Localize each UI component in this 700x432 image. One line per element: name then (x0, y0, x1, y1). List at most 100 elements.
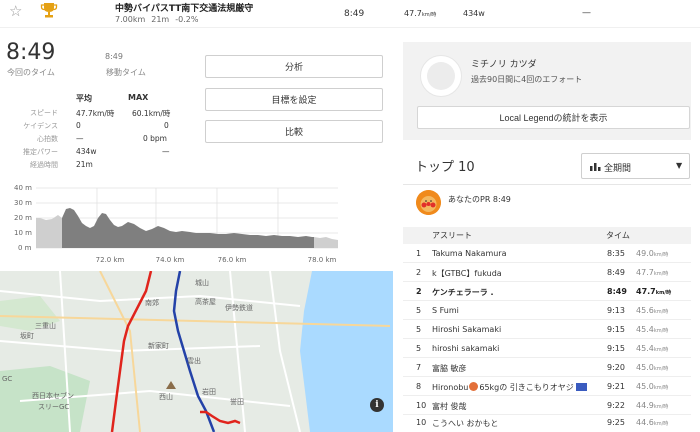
athlete-name[interactable]: Takuma Nakamura (432, 249, 507, 258)
athlete-name-group[interactable]: Hironobu 65kgの 引きこもりオヤジ (432, 382, 588, 393)
map-label: 新家町 (148, 342, 169, 350)
athlete-name[interactable]: Hiroshi Sakamaki (432, 325, 501, 334)
rank: 2 (416, 287, 422, 296)
effort-speed: 45.0km/時 (636, 363, 668, 372)
speed-unit: km/時 (655, 290, 672, 296)
effort-time[interactable]: 8:35 (607, 249, 625, 258)
rank: 8 (416, 382, 422, 391)
local-legend-name[interactable]: ミチノリ カツダ (471, 57, 537, 70)
map-label: 西山 (159, 393, 173, 401)
elapsed-time-label: 今回のタイム (7, 68, 55, 77)
local-legend-stats-button[interactable]: Local Legendの統計を表示 (417, 106, 690, 129)
y-tick: 10 m (14, 229, 32, 237)
rank: 10 (416, 418, 427, 427)
leaderboard-row[interactable]: 10 こうへい おかもと 9:25 44.6km/時 (403, 413, 691, 432)
route-map[interactable]: 城山 高茶屋 伊勢鉄道 南郊 新家町 雲出 西山 誉田 岩田 三重山 坂町 西日… (0, 271, 393, 432)
leaderboard-row[interactable]: 1 Takuma Nakamura 8:35 49.0km/時 (403, 244, 691, 263)
athlete-name[interactable]: こうへい おかもと (432, 418, 498, 429)
period-dropdown[interactable]: 全期間 ▼ (581, 153, 690, 179)
effort-time[interactable]: 9:13 (607, 306, 625, 315)
athlete-name[interactable]: ケンチェラーラ . (432, 287, 494, 298)
rank: 5 (416, 325, 422, 334)
moving-time: 8:49 (105, 52, 123, 61)
segment-speed-unit: km/時 (421, 12, 437, 18)
leaderboard-row-current-user[interactable]: 2 ケンチェラーラ . 8:49 47.7km/時 (403, 282, 691, 301)
map-info-icon[interactable]: i (370, 398, 384, 412)
elevation-area-segment (62, 208, 314, 248)
anpanman-avatar-icon (416, 190, 441, 215)
star-icon[interactable]: ☆ (9, 2, 22, 20)
leaderboard-title: トップ 10 (415, 160, 475, 175)
athlete-name[interactable]: 富村 俊哉 (432, 401, 467, 412)
y-tick: 30 m (14, 199, 32, 207)
compare-button[interactable]: 比較 (205, 120, 383, 143)
effort-time[interactable]: 9:22 (607, 401, 625, 410)
athlete-name[interactable]: hiroshi sakamaki (432, 344, 499, 353)
stat-avg: — (76, 134, 84, 143)
stat-avg: 21m (76, 160, 93, 169)
x-tick: 76.0 km (218, 256, 247, 264)
analyze-button[interactable]: 分析 (205, 55, 383, 78)
athlete-name[interactable]: Hironobu (432, 383, 468, 392)
avatar-placeholder-icon (427, 62, 455, 90)
speed-value: 45.4 (636, 325, 654, 334)
x-tick: 78.0 km (308, 256, 337, 264)
stats-col-avg: 平均 (76, 94, 92, 103)
stat-avg: 0 (76, 121, 81, 130)
segment-name[interactable]: 中勢バイパスTT南下交通法規厳守 (115, 1, 253, 14)
speed-value: 47.7 (636, 287, 656, 296)
effort-speed: 44.6km/時 (636, 418, 668, 427)
athlete-name-suffix: 65kgの 引きこもりオヤジ (479, 383, 574, 392)
stat-avg: 47.7km/時 (76, 109, 115, 118)
avatar[interactable] (420, 55, 462, 97)
pr-avatar[interactable] (416, 190, 441, 215)
trophy-icon (40, 1, 58, 21)
set-goal-button[interactable]: 目標を設定 (205, 88, 383, 111)
col-time: タイム (606, 231, 630, 240)
speed-unit: km/時 (653, 271, 669, 277)
rank: 10 (416, 401, 427, 410)
effort-time[interactable]: 8:49 (607, 287, 627, 296)
chevron-down-icon: ▼ (676, 161, 683, 170)
effort-time[interactable]: 9:15 (607, 344, 625, 353)
effort-time[interactable]: 9:20 (607, 363, 625, 372)
elevation-area-after (314, 237, 338, 248)
athlete-name[interactable]: k【GTBC】fukuda (432, 268, 502, 279)
speed-value: 45.4 (636, 344, 654, 353)
segment-time: 8:49 (344, 9, 365, 19)
stat-max: 60.1km/時 (132, 109, 171, 118)
leaderboard-row[interactable]: 2 k【GTBC】fukuda 8:49 47.7km/時 (403, 263, 691, 282)
y-tick: 0 m (18, 244, 32, 252)
map-label: スリーGC (38, 403, 70, 411)
effort-time[interactable]: 9:25 (607, 418, 625, 427)
leaderboard-row[interactable]: 5 Hiroshi Sakamaki 9:15 45.4km/時 (403, 320, 691, 339)
effort-speed: 47.7km/時 (636, 268, 668, 277)
emoji-face-icon (469, 382, 479, 391)
elevation-chart[interactable]: 40 m 30 m 20 m 10 m 0 m 72.0 km 74.0 km … (0, 182, 392, 268)
map-label: 伊勢鉄道 (225, 304, 253, 312)
effort-time[interactable]: 9:15 (607, 325, 625, 334)
leaderboard-row[interactable]: 8 Hironobu 65kgの 引きこもりオヤジ 9:21 45.0km/時 (403, 377, 691, 396)
speed-value: 47.7 (636, 268, 654, 277)
map-label: 城山 (195, 279, 209, 287)
speed-unit: km/時 (653, 252, 669, 258)
speed-unit: km/時 (653, 309, 669, 315)
effort-speed: 47.7km/時 (636, 287, 671, 296)
stat-avg: 434w (76, 147, 97, 156)
athlete-name[interactable]: 富脇 敏彦 (432, 363, 467, 374)
y-tick: 40 m (14, 184, 32, 192)
athlete-name[interactable]: S Fumi (432, 306, 459, 315)
leaderboard-row[interactable]: 5 S Fumi 9:13 45.6km/時 (403, 301, 691, 320)
stats-col-max: MAX (128, 93, 149, 102)
effort-time[interactable]: 8:49 (607, 268, 625, 277)
map-label: 三重山 (35, 322, 56, 330)
stat-label: 推定パワー (23, 148, 58, 156)
leaderboard-row[interactable]: 5 hiroshi sakamaki 9:15 45.4km/時 (403, 339, 691, 358)
speed-unit: km/時 (653, 328, 669, 334)
segment-speed: 47.7km/時 (404, 9, 436, 18)
effort-speed: 44.9km/時 (636, 401, 668, 410)
effort-time[interactable]: 9:21 (607, 382, 625, 391)
map-label: 西日本セブン (32, 392, 74, 400)
leaderboard-row[interactable]: 7 富脇 敏彦 9:20 45.0km/時 (403, 358, 691, 377)
speed-value: 44.6 (636, 418, 654, 427)
